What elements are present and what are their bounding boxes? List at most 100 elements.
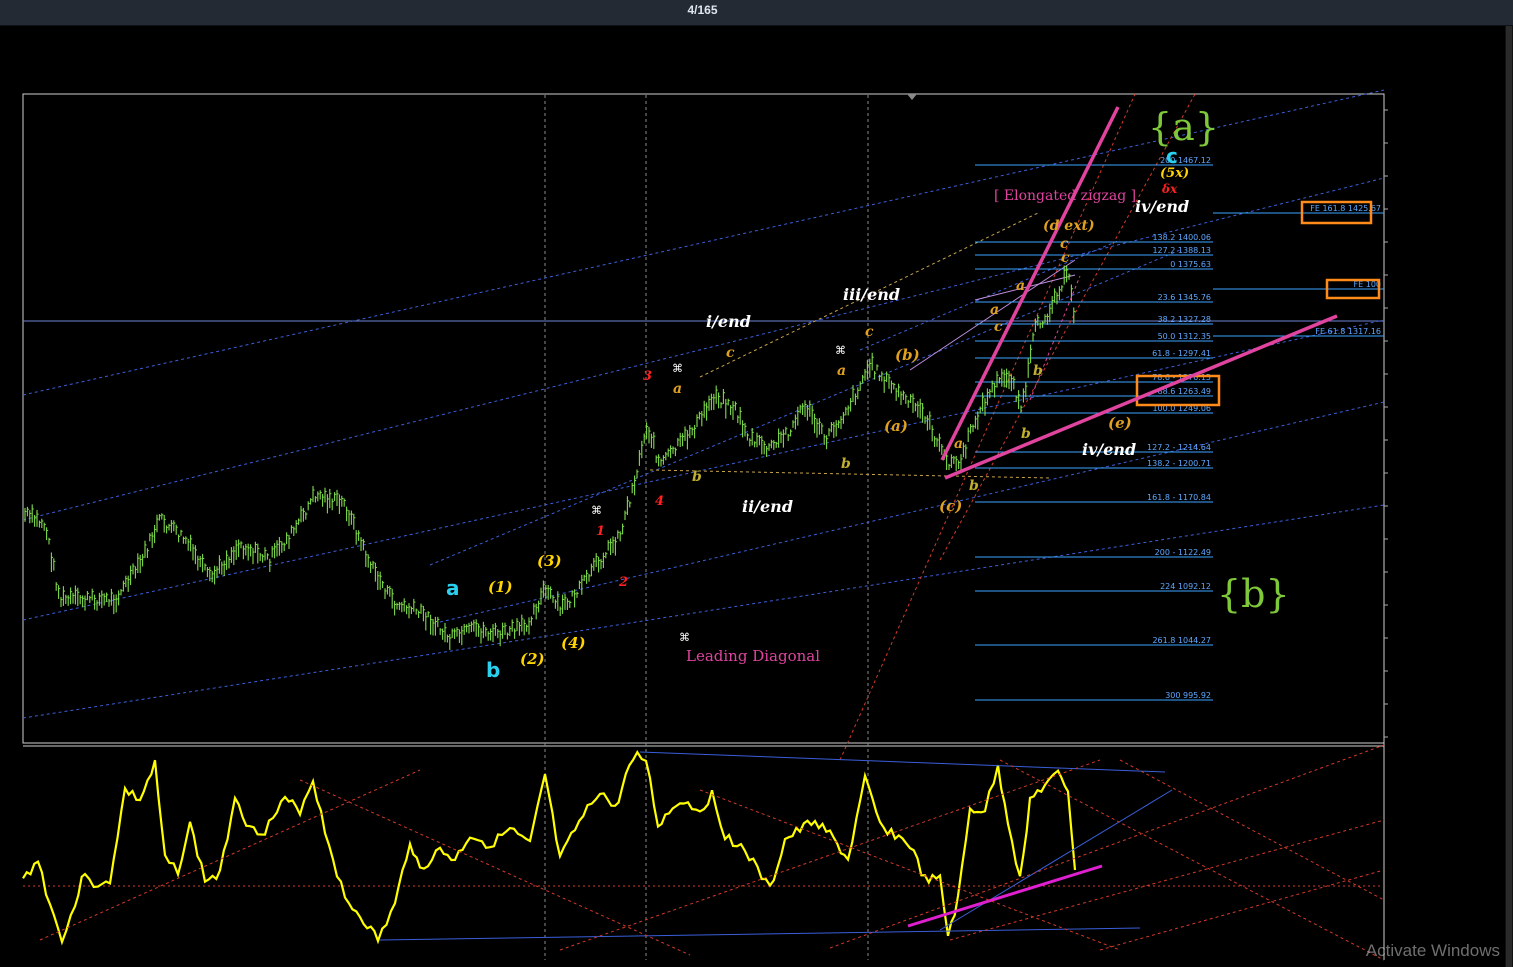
fib-label: 61.8 - 1297.41 <box>1152 349 1211 358</box>
label-sub-a-2: a <box>990 302 999 318</box>
page-counter: 4/165 <box>687 3 718 17</box>
label-iii_end: iii/end <box>843 285 900 304</box>
label-w2: (2) <box>520 650 545 668</box>
fib-level: 0 1375.63 <box>975 260 1213 270</box>
top-bar: 4/165 <box>0 0 1513 26</box>
fib-level: 200 - 1122.49 <box>975 548 1213 558</box>
label-w4: (4) <box>561 634 586 652</box>
label-r3: 3 <box>643 369 652 384</box>
fib-label: 200 - 1122.49 <box>1155 548 1211 557</box>
price-pane-frame <box>22 93 1385 744</box>
fib-label: 261.8 1044.27 <box>1152 636 1211 645</box>
fib-label: 38.2 1327.28 <box>1158 315 1211 324</box>
label-sub-c-0: c <box>726 345 735 361</box>
osc-red-guide-4 <box>829 744 1385 949</box>
fib-level: 50.0 1312.35 <box>975 332 1213 342</box>
label-r4: 4 <box>655 494 664 509</box>
osc-red-guide-2 <box>559 759 1101 951</box>
fib-level: FE 161.8 1425.67 <box>1213 204 1384 214</box>
label-pa: (a) <box>884 417 908 435</box>
osc-red-guide-0 <box>39 769 421 941</box>
fib-label: 23.6 1345.76 <box>1158 293 1211 302</box>
label-r1: 1 <box>596 524 605 539</box>
label-sub-b-1: b <box>841 456 851 472</box>
label-wave-a-cyan: a <box>446 576 460 600</box>
label-sub-a-0: a <box>673 381 682 397</box>
fib-label: 0 1375.63 <box>1170 260 1211 269</box>
trendline-steep <box>940 106 1120 461</box>
oscillator-series <box>22 750 1077 946</box>
fib-level: FE 100 <box>1213 280 1384 290</box>
trendline-base <box>944 314 1338 480</box>
fib-level: 88.6 1263.49 <box>975 387 1213 397</box>
label-pe: (e) <box>1108 414 1132 432</box>
label-iv_end_low: iv/end <box>1082 440 1136 459</box>
scrollbar-thumb[interactable] <box>1506 26 1512 967</box>
label-sub-b-3: b <box>1021 426 1031 442</box>
label-d_ext: (d ext) <box>1043 218 1095 234</box>
label-cmd-1: ⌘ <box>591 504 602 517</box>
channel-line-3 <box>22 504 1385 719</box>
channel-line-2 <box>22 319 1385 621</box>
fib-label: 138.2 - 1200.71 <box>1147 459 1211 468</box>
fib-level: 161.8 - 1170.84 <box>975 493 1213 503</box>
fib-label: 50.0 1312.35 <box>1158 332 1211 341</box>
fib-label: 138.2 1400.06 <box>1152 233 1211 242</box>
top-marker <box>907 94 917 100</box>
windows-watermark: Activate Windows <box>1365 941 1500 960</box>
label-w3: (3) <box>537 552 562 570</box>
label-wave-b-cyan: b <box>486 658 500 682</box>
label-cmd-0: ⌘ <box>672 362 683 375</box>
label-wave-c-cyan: c <box>1166 144 1178 168</box>
fib-level: 224 1092.12 <box>975 582 1213 592</box>
label-iv_end_top: iv/end <box>1135 197 1189 216</box>
fib-level: 138.2 - 1200.71 <box>975 459 1213 469</box>
osc-red-guide-8 <box>1119 759 1385 901</box>
label-sub-a-3: a <box>1016 278 1025 294</box>
label-wave-a-big: {a} <box>1148 105 1219 149</box>
label-sub-a-4: a <box>954 436 963 452</box>
osc-resistance-line <box>639 751 1166 773</box>
fib-label: 300 995.92 <box>1165 691 1211 700</box>
label-wave-b-big: {b} <box>1217 572 1290 616</box>
fib-level: 61.8 - 1297.41 <box>975 349 1213 359</box>
label-sub-b-0: b <box>692 469 702 485</box>
fib-level: 23.6 1345.76 <box>975 293 1213 303</box>
label-i_end: i/end <box>706 312 751 331</box>
fib-label: 224 1092.12 <box>1160 582 1211 591</box>
osc-support-line <box>379 927 1141 941</box>
label-elongated: [ Elongated zigzag ] <box>994 188 1136 204</box>
label-pb: (b) <box>895 346 920 364</box>
chart-svg: 200 1467.12FE 161.8 1425.67138.2 1400.06… <box>22 89 1388 961</box>
label-sub-c-3: c <box>1061 250 1070 266</box>
osc-rising-line <box>939 789 1173 931</box>
osc-divergence-line <box>907 864 1103 928</box>
label-sub-c-1: c <box>865 324 874 340</box>
fib-level: 138.2 1400.06 <box>975 233 1213 243</box>
label-sub-c-4: c <box>994 319 1003 335</box>
fib-level: 261.8 1044.27 <box>975 636 1213 646</box>
osc-red-guide-1 <box>299 779 691 956</box>
label-pc: (c) <box>939 497 962 515</box>
fib-label: 161.8 - 1170.84 <box>1147 493 1211 502</box>
fib-label: 127.2 1388.13 <box>1152 246 1211 255</box>
fib-level: 300 995.92 <box>975 691 1213 701</box>
label-five_x: (5x) <box>1160 166 1189 181</box>
osc-red-guide-7 <box>999 759 1385 961</box>
chart-area: 200 1467.12 FE 161.8 1425.67 138.2 1400.06… <box>0 26 1505 967</box>
label-leading_diagonal: Leading Diagonal <box>686 647 820 665</box>
label-cmd-3: ⌘ <box>679 631 690 644</box>
fib-label: 127.2 - 1214.64 <box>1147 443 1211 452</box>
label-r2: 2 <box>618 575 628 590</box>
vertical-scrollbar[interactable] <box>1505 26 1513 967</box>
label-sub-a-1: a <box>837 363 846 379</box>
label-delta_x: δx <box>1161 182 1178 196</box>
fib-label: FE 100 <box>1354 280 1381 289</box>
label-ii_end: ii/end <box>742 497 793 516</box>
label-sub-b-4: b <box>1033 363 1043 379</box>
osc-red-guide-5 <box>949 819 1385 941</box>
label-sub-b-2: b <box>969 478 979 494</box>
label-w1: (1) <box>488 578 513 596</box>
fib-label: FE 61.8 1317.16 <box>1315 327 1381 336</box>
label-cmd-2: ⌘ <box>835 344 846 357</box>
